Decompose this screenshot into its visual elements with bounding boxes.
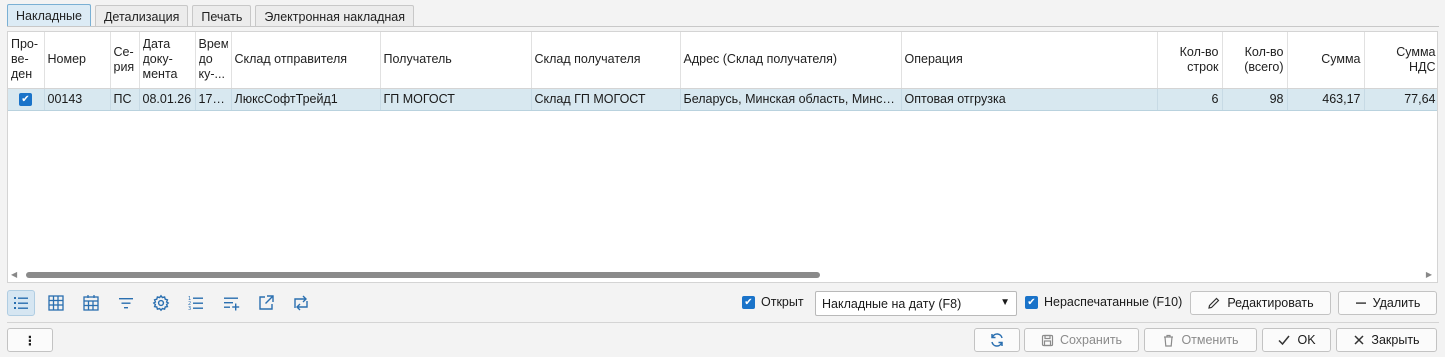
edit-button[interactable]: Редактировать (1190, 291, 1331, 315)
col-header-number[interactable]: Номер (44, 32, 111, 89)
scroll-left-icon[interactable]: ◀ (11, 270, 17, 279)
open-label: Открыт (761, 295, 804, 309)
add-row-button[interactable] (217, 290, 245, 316)
close-button[interactable]: Закрыть (1336, 328, 1437, 352)
delete-button[interactable]: Удалить (1338, 291, 1437, 315)
col-header-sender-warehouse[interactable]: Склад отправителя (231, 32, 381, 89)
export-icon (259, 295, 274, 310)
export-button[interactable] (252, 290, 280, 316)
col-header-series[interactable]: Се- рия (110, 32, 140, 89)
date-filter-value: Накладные на дату (F8) (822, 296, 962, 311)
number-cell: 00143 (44, 88, 111, 111)
trash-icon (1162, 334, 1175, 347)
grid-view-button[interactable] (42, 290, 70, 316)
footer-divider (7, 322, 1439, 323)
table-header-row: Про- ве- ден Номер Се- рия Дата доку- ме… (8, 32, 1437, 89)
numbered-list-button[interactable]: 123 (182, 290, 210, 316)
gear-icon (152, 294, 170, 312)
recipient-cell: ГП МОГОСТ (380, 88, 532, 111)
cancel-button[interactable]: Отменить (1144, 328, 1257, 352)
save-label: Сохранить (1059, 333, 1123, 347)
operation-cell: Оптовая отгрузка (901, 88, 1158, 111)
posted-cell[interactable]: ✔ (8, 88, 45, 111)
more-button[interactable]: ⋮ (7, 328, 53, 352)
posted-checkbox[interactable]: ✔ (19, 93, 32, 107)
cancel-label: Отменить (1181, 333, 1239, 347)
ok-button[interactable]: OK (1262, 328, 1331, 352)
minus-icon (1355, 297, 1367, 309)
qty-total-cell: 98 (1222, 88, 1288, 111)
col-header-posted[interactable]: Про- ве- ден (8, 32, 45, 89)
tab-details[interactable]: Детализация (94, 5, 189, 27)
scrollbar-thumb[interactable] (26, 272, 820, 278)
sender-warehouse-cell: ЛюксСофтТрейд1 (231, 88, 381, 111)
horizontal-scrollbar[interactable]: ◀ ▶ (8, 268, 1437, 282)
vat-sum-cell: 77,64 (1364, 88, 1437, 111)
unprinted-checkbox[interactable]: ✔ (1025, 295, 1038, 309)
numbered-list-icon: 123 (188, 296, 203, 312)
edit-label: Редактировать (1227, 296, 1314, 310)
time-cell: 17:05 (195, 88, 232, 111)
sum-cell: 463,17 (1287, 88, 1365, 111)
chevron-down-icon: ▼ (1000, 297, 1010, 308)
settings-button[interactable] (147, 290, 175, 316)
col-header-sum[interactable]: Сумма (1287, 32, 1365, 89)
add-row-icon (224, 297, 240, 311)
filter-button[interactable] (112, 290, 140, 316)
open-checkbox[interactable]: ✔ (742, 295, 755, 309)
series-cell: ПС (110, 88, 140, 111)
col-header-date[interactable]: Дата доку- мента (139, 32, 196, 89)
checkmark-icon (1277, 333, 1291, 347)
transfer-button[interactable] (287, 290, 315, 316)
calendar-view-button[interactable] (77, 290, 105, 316)
col-header-qty-total[interactable]: Кол-во (всего) (1222, 32, 1288, 89)
tab-print[interactable]: Печать (192, 5, 252, 27)
lines-count-cell: 6 (1157, 88, 1223, 111)
more-icon: ⋮ (23, 333, 37, 348)
date-filter-select[interactable]: Накладные на дату (F8) ▼ (815, 291, 1017, 316)
refresh-button[interactable] (974, 328, 1020, 352)
close-icon (1353, 334, 1365, 346)
list-icon (14, 297, 28, 309)
transfer-icon (294, 295, 308, 311)
col-header-lines-count[interactable]: Кол-во строк (1157, 32, 1223, 89)
scroll-right-icon[interactable]: ▶ (1426, 270, 1432, 279)
invoices-table: Про- ве- ден Номер Се- рия Дата доку- ме… (8, 32, 1437, 111)
tab-divider (7, 26, 1439, 27)
grid-icon (48, 295, 64, 311)
refresh-icon (991, 333, 1003, 347)
close-label: Закрыть (1371, 333, 1420, 347)
col-header-recipient-warehouse[interactable]: Склад получателя (531, 32, 681, 89)
invoices-grid[interactable]: Про- ве- ден Номер Се- рия Дата доку- ме… (7, 31, 1438, 283)
date-cell: 08.01.26 (139, 88, 196, 111)
delete-label: Удалить (1372, 296, 1421, 310)
svg-text:3: 3 (188, 306, 191, 312)
col-header-address[interactable]: Адрес (Склад получателя) (680, 32, 902, 89)
unprinted-label: Нераспечатанные (F10) (1044, 295, 1183, 309)
table-row[interactable]: ✔ 00143 ПС 08.01.26 17:05 ЛюксСофтТрейд1… (8, 88, 1437, 111)
col-header-time[interactable]: Врем до ку-... (195, 32, 232, 89)
col-header-operation[interactable]: Операция (901, 32, 1158, 89)
tab-bar: Накладные Детализация Печать Электронная… (7, 4, 418, 27)
tab-invoices[interactable]: Накладные (7, 4, 91, 27)
tab-electronic-invoice[interactable]: Электронная накладная (255, 5, 415, 27)
ok-label: OK (1297, 333, 1316, 347)
recipient-warehouse-cell: Склад ГП МОГОСТ (531, 88, 681, 111)
floppy-icon (1041, 334, 1054, 347)
unprinted-filter[interactable]: ✔ Нераспечатанные (F10) (1025, 295, 1182, 309)
calendar-grid-icon (83, 295, 99, 311)
address-cell: Беларусь, Минская область, Минский район (680, 88, 902, 111)
save-button[interactable]: Сохранить (1024, 328, 1139, 352)
grid-toolbar: 123 (7, 290, 322, 316)
pencil-icon (1207, 296, 1221, 310)
list-view-button[interactable] (7, 290, 35, 316)
filter-icon (119, 298, 133, 309)
col-header-vat-sum[interactable]: Сумма НДС (1364, 32, 1437, 89)
col-header-recipient[interactable]: Получатель (380, 32, 532, 89)
open-filter[interactable]: ✔ Открыт (742, 295, 804, 309)
